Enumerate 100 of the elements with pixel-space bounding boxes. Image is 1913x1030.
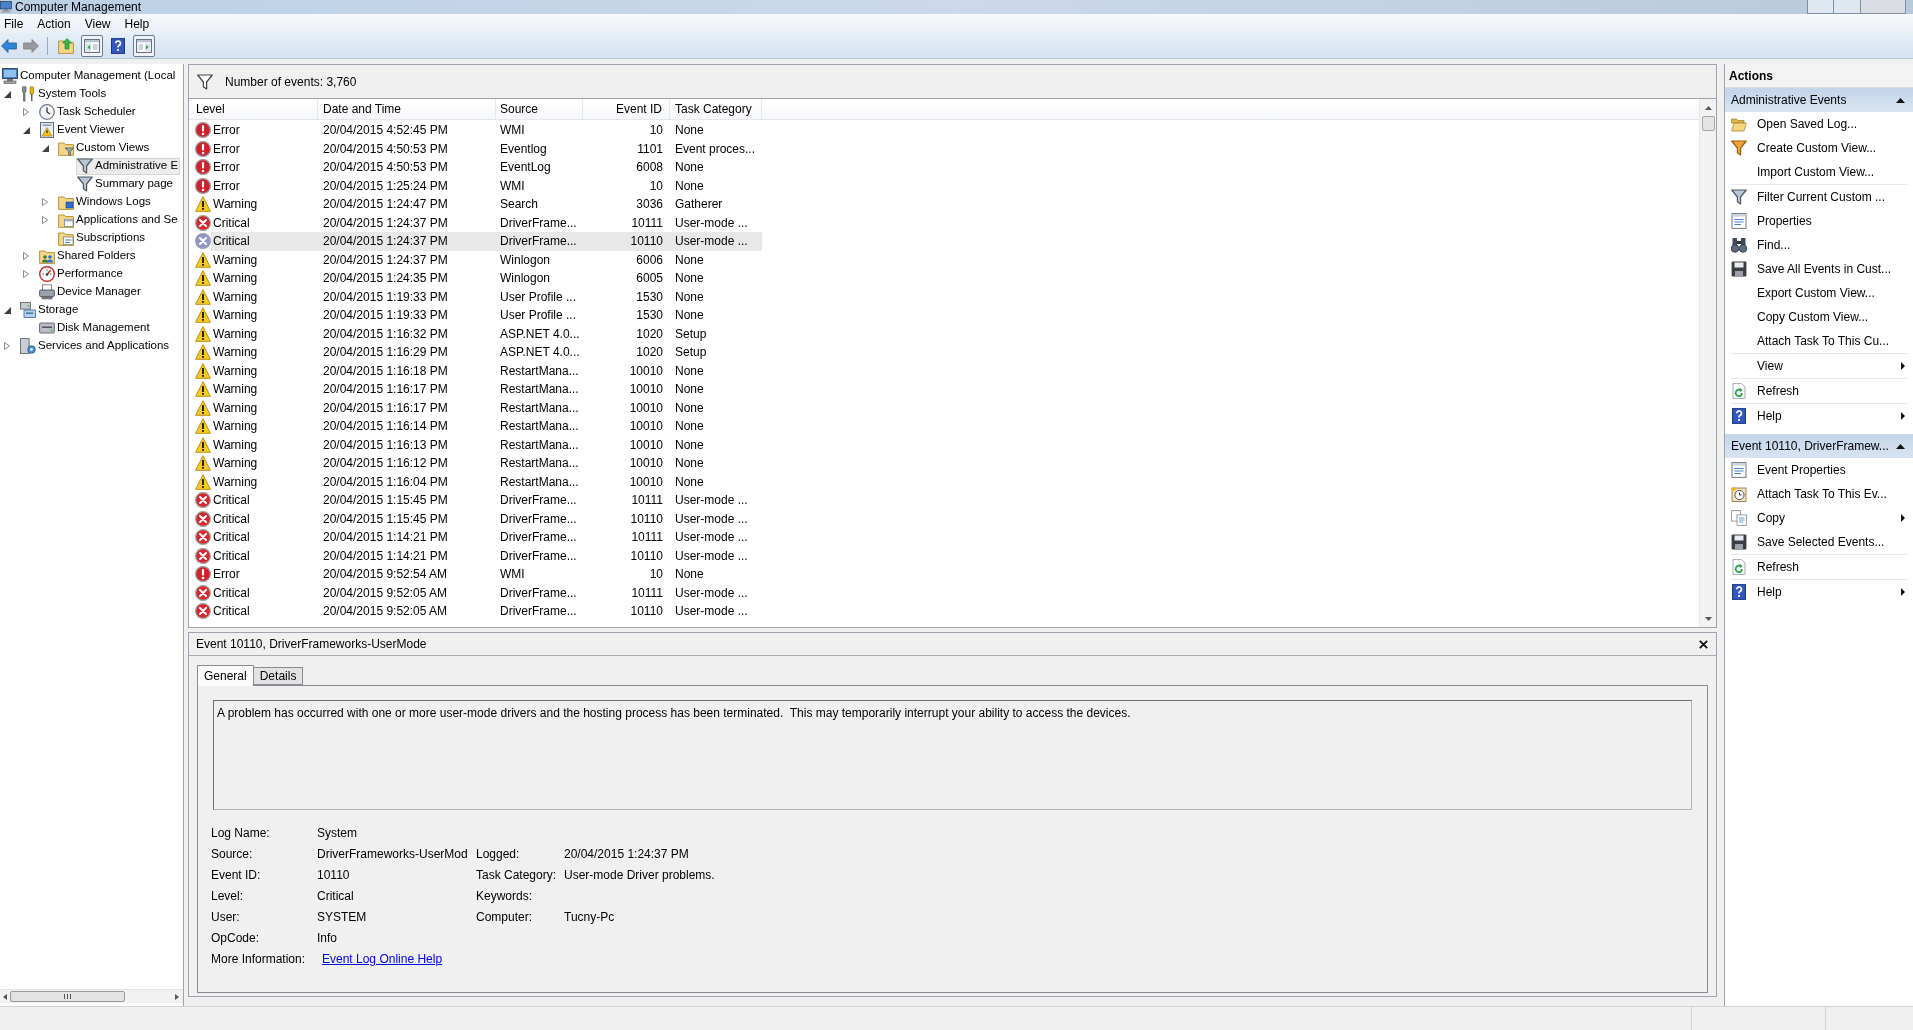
caret-right-icon[interactable] — [23, 108, 29, 116]
tree-item[interactable]: Event Viewer — [38, 121, 127, 139]
caret-right-icon[interactable] — [42, 198, 48, 206]
command-item[interactable]: View — [1731, 354, 1907, 378]
table-row[interactable]: Warning 20/04/2015 1:19:33 PM User Profile ... 1530 None — [211, 287, 762, 306]
caret-down-icon[interactable] — [42, 144, 49, 152]
vertical-scrollbar[interactable] — [1699, 99, 1716, 627]
command-item[interactable]: Open Saved Log... — [1731, 112, 1907, 136]
command-item[interactable]: Help — [1731, 580, 1907, 604]
window-button[interactable] — [1861, 0, 1906, 14]
table-row[interactable]: Critical 20/04/2015 1:14:21 PM DriverFrame... 10111 User-mode ... — [211, 528, 762, 547]
command-item[interactable]: Event Properties — [1731, 458, 1907, 482]
table-row[interactable]: Critical 20/04/2015 1:14:21 PM DriverFrame... 10110 User-mode ... — [211, 546, 762, 565]
window-button[interactable] — [1834, 0, 1861, 14]
window-button[interactable] — [1807, 0, 1834, 14]
table-row[interactable]: Warning 20/04/2015 1:24:47 PM Search 3036 Gatherer — [211, 195, 762, 214]
section-header[interactable]: Administrative Events — [1725, 88, 1913, 112]
column-header[interactable]: Level — [189, 99, 318, 119]
command-item[interactable]: Attach Task To This Ev... — [1731, 482, 1907, 506]
tree-item[interactable]: Services and Applications — [19, 337, 172, 355]
table-row[interactable]: Warning 20/04/2015 1:16:17 PM RestartMana... 10010 None — [211, 398, 762, 417]
caret-down-icon[interactable] — [23, 126, 30, 134]
scroll-thumb[interactable] — [10, 991, 125, 1002]
tree-item[interactable]: Performance — [38, 265, 125, 283]
tree-item[interactable]: Device Manager — [38, 283, 143, 301]
column-header[interactable]: Event ID — [583, 99, 670, 119]
caret-up-icon[interactable] — [1704, 105, 1712, 110]
caret-right-icon[interactable] — [4, 342, 10, 350]
command-item[interactable]: Save All Events in Cust... — [1731, 257, 1907, 281]
table-row[interactable]: Error 20/04/2015 9:52:54 AM WMI 10 None — [211, 565, 762, 584]
tree-item[interactable]: Task Scheduler — [38, 103, 138, 121]
table-row[interactable]: Error 20/04/2015 4:50:53 PM EventLog 6008 None — [211, 158, 762, 177]
tree-item[interactable]: Custom Views — [57, 139, 152, 157]
caret-up-icon[interactable] — [1896, 97, 1905, 103]
table-row[interactable]: Critical 20/04/2015 1:15:45 PM DriverFrame... 10110 User-mode ... — [211, 509, 762, 528]
tree-item[interactable]: System Tools — [19, 85, 109, 103]
tree-item[interactable]: Windows Logs — [57, 193, 153, 211]
caret-up-icon[interactable] — [1896, 443, 1905, 449]
command-item[interactable]: Refresh — [1731, 379, 1907, 403]
column-header[interactable]: Source — [496, 99, 583, 119]
table-row[interactable]: Warning 20/04/2015 1:16:04 PM RestartMana... 10010 None — [211, 472, 762, 491]
tree-item[interactable]: Administrative E — [76, 157, 181, 175]
command-item[interactable]: Help — [1731, 404, 1907, 428]
table-row[interactable]: Error 20/04/2015 4:50:53 PM Eventlog 1101 Event proces... — [211, 139, 762, 158]
console-tree-button[interactable] — [81, 34, 103, 57]
command-item[interactable]: Copy Custom View... — [1731, 305, 1907, 329]
tree-item[interactable]: Disk Management — [38, 319, 152, 337]
tree-item[interactable]: Summary page — [76, 175, 175, 193]
table-row[interactable]: Critical 20/04/2015 1:24:37 PM DriverFrame... 10110 User-mode ... — [211, 232, 762, 251]
caret-right-icon[interactable] — [42, 216, 48, 224]
command-item[interactable]: Properties — [1731, 209, 1907, 233]
command-item[interactable]: Copy — [1731, 506, 1907, 530]
tab[interactable]: General — [197, 665, 254, 686]
tree-item[interactable]: Applications and Se — [57, 211, 180, 229]
caret-right-icon[interactable] — [23, 252, 29, 260]
tree-item[interactable]: Computer Management (Local — [1, 67, 178, 85]
command-item[interactable]: Import Custom View... — [1731, 160, 1907, 184]
caret-down-icon[interactable] — [1704, 616, 1712, 621]
horizontal-scrollbar[interactable] — [0, 989, 183, 1003]
tab[interactable]: Details — [253, 667, 304, 685]
table-row[interactable]: Warning 20/04/2015 1:16:18 PM RestartMana... 10010 None — [211, 361, 762, 380]
menu-item[interactable]: View — [80, 14, 115, 33]
table-row[interactable]: Warning 20/04/2015 1:19:33 PM User Profile ... 1530 None — [211, 306, 762, 325]
table-row[interactable]: Critical 20/04/2015 9:52:05 AM DriverFrame... 10111 User-mode ... — [211, 583, 762, 602]
command-item[interactable]: Export Custom View... — [1731, 281, 1907, 305]
table-row[interactable]: Error 20/04/2015 1:25:24 PM WMI 10 None — [211, 176, 762, 195]
table-row[interactable]: Critical 20/04/2015 1:15:45 PM DriverFrame... 10111 User-mode ... — [211, 491, 762, 510]
command-item[interactable]: Create Custom View... — [1731, 136, 1907, 160]
description-field[interactable]: A problem has occurred with one or more user-mode drivers and the hosting process has been terminated. This may temporarily interrupt your ability to access the devices. — [213, 700, 1692, 810]
command-item[interactable]: Attach Task To This Cu... — [1731, 329, 1907, 353]
close-icon[interactable] — [1699, 639, 1708, 649]
caret-left-icon[interactable] — [3, 993, 7, 1000]
caret-down-icon[interactable] — [4, 90, 11, 98]
command-item[interactable]: Refresh — [1731, 555, 1907, 579]
table-row[interactable]: Warning 20/04/2015 1:16:14 PM RestartMana... 10010 None — [211, 417, 762, 436]
menu-item[interactable]: Help — [120, 14, 154, 33]
table-row[interactable]: Warning 20/04/2015 1:24:35 PM Winlogon 6005 None — [211, 269, 762, 288]
caret-down-icon[interactable] — [4, 306, 11, 314]
action-pane-button[interactable] — [133, 34, 155, 57]
table-row[interactable]: Warning 20/04/2015 1:16:12 PM RestartMana... 10010 None — [211, 454, 762, 473]
caret-right-icon[interactable] — [23, 270, 29, 278]
section-header[interactable]: Event 10110, DriverFramew... — [1725, 434, 1913, 458]
caret-right-icon[interactable] — [175, 993, 179, 1000]
menu-item[interactable]: Action — [33, 14, 75, 33]
table-row[interactable]: Warning 20/04/2015 1:16:17 PM RestartMana... 10010 None — [211, 380, 762, 399]
menu-item[interactable]: File — [0, 14, 28, 33]
table-row[interactable]: Warning 20/04/2015 1:16:13 PM RestartMana... 10010 None — [211, 435, 762, 454]
table-row[interactable]: Warning 20/04/2015 1:24:37 PM Winlogon 6006 None — [211, 250, 762, 269]
column-header[interactable]: Date and Time — [318, 99, 496, 119]
scroll-thumb[interactable] — [1701, 116, 1715, 131]
table-row[interactable]: Error 20/04/2015 4:52:45 PM WMI 10 None — [211, 121, 762, 140]
tree-item[interactable]: Subscriptions — [57, 229, 148, 247]
tree-item[interactable]: Storage — [19, 301, 81, 319]
table-row[interactable]: Warning 20/04/2015 1:16:32 PM ASP.NET 4.0... 1020 Setup — [211, 324, 762, 343]
table-row[interactable]: Critical 20/04/2015 1:24:37 PM DriverFrame... 10111 User-mode ... — [211, 213, 762, 232]
command-item[interactable]: Save Selected Events... — [1731, 530, 1907, 554]
table-row[interactable]: Warning 20/04/2015 1:16:29 PM ASP.NET 4.0... 1020 Setup — [211, 343, 762, 362]
column-header[interactable]: Task Category — [670, 99, 762, 119]
help-link[interactable]: Event Log Online Help — [322, 952, 443, 965]
command-item[interactable]: Filter Current Custom ... — [1731, 185, 1907, 209]
